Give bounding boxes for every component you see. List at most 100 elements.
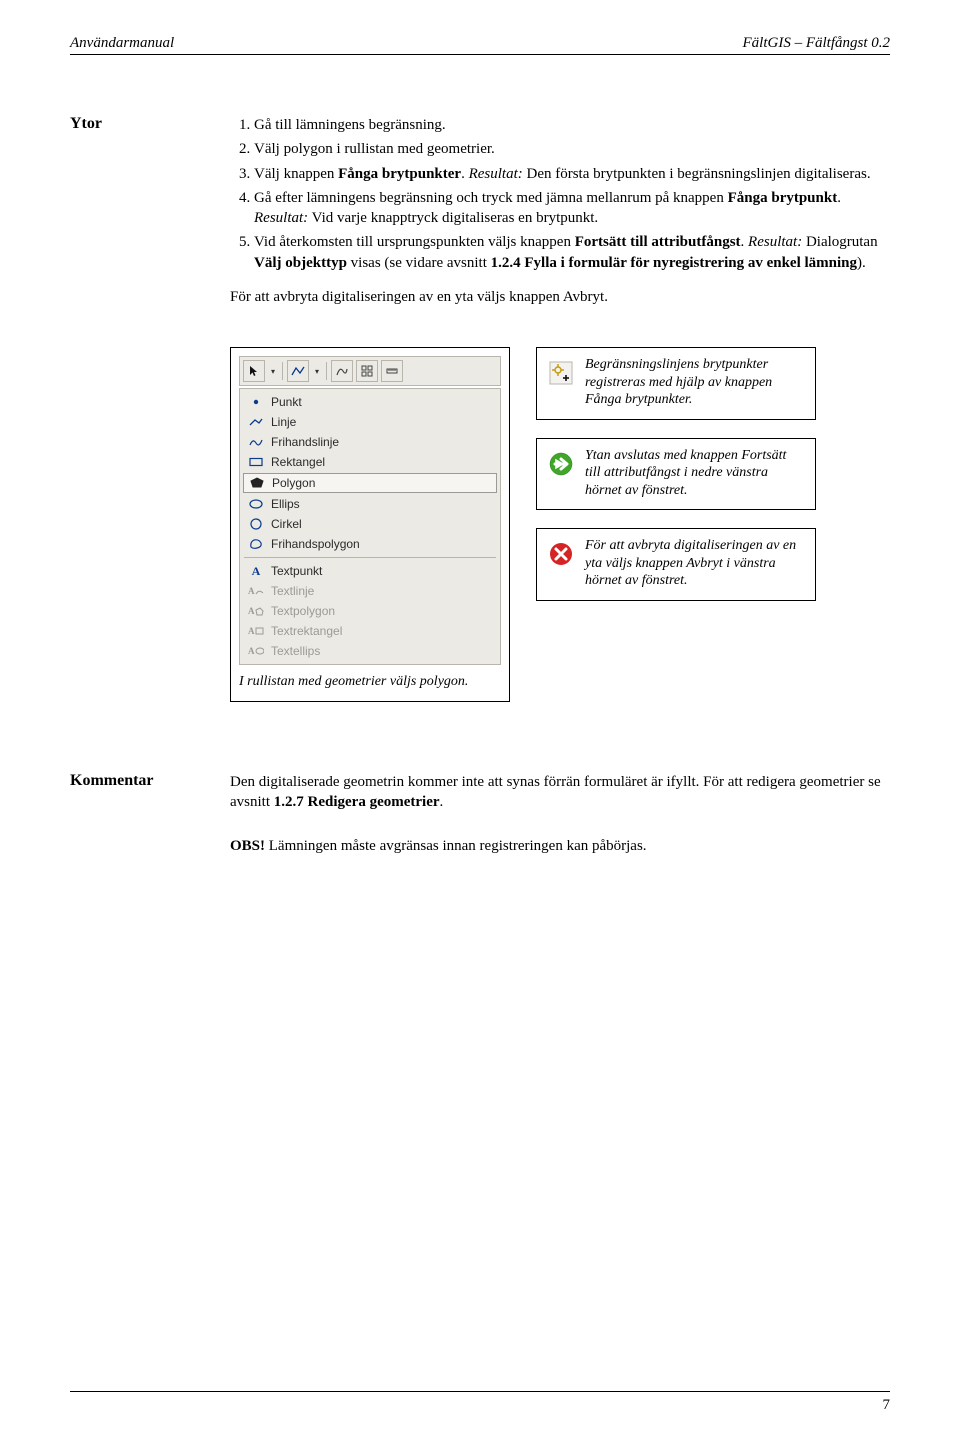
step-3-e: Den första brytpunkten i begränsningslin…: [523, 166, 871, 182]
line-icon: [248, 415, 264, 429]
geom-item-linje[interactable]: Linje: [240, 412, 500, 432]
step-3-b: Fånga brytpunkter: [338, 166, 461, 182]
textrect-icon: A: [248, 624, 264, 638]
capture-breakpoint-icon: [547, 359, 575, 387]
step-4-e: Vid varje knapptryck digitaliseras en br…: [308, 210, 598, 226]
comment-label-col: Kommentar: [70, 772, 210, 881]
svg-text:A: A: [248, 626, 255, 636]
comment-p2: OBS! Lämningen måste avgränsas innan reg…: [230, 836, 890, 856]
geom-label: Textpolygon: [271, 604, 335, 618]
step-5-e: Dialogrutan: [802, 234, 877, 250]
section-ytor: Ytor Gå till lämningens begränsning. Väl…: [70, 115, 890, 702]
textpoint-icon: A: [248, 564, 264, 578]
tool-button-4[interactable]: [356, 360, 378, 382]
geom-item-frihandspolygon[interactable]: Frihandspolygon: [240, 534, 500, 554]
info-text-cancel: För att avbryta digitaliseringen av en y…: [585, 537, 805, 590]
step-5-h: 1.2.4 Fylla i formulär för nyregistrerin…: [491, 255, 857, 271]
step-3-c: .: [461, 166, 469, 182]
rectangle-icon: [248, 455, 264, 469]
geometry-toolbar: ▾ ▾: [239, 356, 501, 386]
point-icon: [248, 395, 264, 409]
geom-item-polygon[interactable]: Polygon: [243, 473, 497, 493]
geom-label: Rektangel: [271, 455, 325, 469]
step-5-g: visas (se vidare avsnitt: [347, 255, 491, 271]
info-text-continue: Ytan avslutas med knappen Fortsätt till …: [585, 447, 805, 500]
geom-label: Punkt: [271, 395, 302, 409]
step-5-i: ).: [857, 255, 866, 271]
draw-dropdown-button[interactable]: ▾: [312, 361, 322, 381]
geom-item-textpolygon: A Textpolygon: [240, 601, 500, 621]
section-label: Ytor: [70, 115, 210, 133]
polygon-icon: [249, 476, 265, 490]
pointer-icon: [249, 365, 259, 377]
section-body: Gå till lämningens begränsning. Välj pol…: [230, 115, 890, 702]
comment-p1-b: 1.2.7 Redigera geometrier: [274, 794, 440, 810]
geom-item-frihandslinje[interactable]: Frihandslinje: [240, 432, 500, 452]
comment-p1-c: .: [440, 794, 444, 810]
draw-tool-button[interactable]: [287, 360, 309, 382]
comment-label: Kommentar: [70, 772, 210, 790]
page: Användarmanual FältGIS – Fältfångst 0.2 …: [0, 0, 960, 1434]
geom-item-textellips: A Textellips: [240, 641, 500, 661]
geom-label: Textellips: [271, 644, 320, 658]
step-5-d: Resultat:: [748, 234, 802, 250]
grid-icon: [361, 365, 373, 377]
info-box-cancel: För att avbryta digitaliseringen av en y…: [536, 528, 816, 601]
geom-label: Cirkel: [271, 517, 302, 531]
step-1-text: Gå till lämningens begränsning.: [254, 117, 446, 133]
footer-separator: [70, 1391, 890, 1392]
geom-item-punkt[interactable]: Punkt: [240, 392, 500, 412]
geom-item-ellips[interactable]: Ellips: [240, 494, 500, 514]
textline-icon: A: [248, 584, 264, 598]
step-1: Gå till lämningens begränsning.: [254, 115, 890, 135]
curve-icon: [336, 365, 348, 377]
geom-item-textlinje: A Textlinje: [240, 581, 500, 601]
section-label-col: Ytor: [70, 115, 210, 702]
page-header: Användarmanual FältGIS – Fältfångst 0.2: [70, 35, 890, 55]
tool-button-5[interactable]: [381, 360, 403, 382]
step-4-c: .: [837, 190, 841, 206]
info-text-capture: Begränsningslinjens brytpunkter registre…: [585, 356, 805, 409]
pointer-tool-button[interactable]: [243, 360, 265, 382]
pointer-dropdown-button[interactable]: ▾: [268, 361, 278, 381]
geom-label: Linje: [271, 415, 296, 429]
geom-label: Textrektangel: [271, 624, 342, 638]
tool-button-3[interactable]: [331, 360, 353, 382]
comment-p2-a: OBS!: [230, 838, 265, 854]
step-5-b: Fortsätt till attributfångst: [575, 234, 741, 250]
comment-p2-b: Lämningen måste avgränsas innan registre…: [265, 838, 647, 854]
page-number: 7: [883, 1397, 891, 1414]
cancel-icon: [547, 540, 575, 568]
geom-label: Ellips: [271, 497, 300, 511]
textpolygon-icon: A: [248, 604, 264, 618]
circle-icon: [248, 517, 264, 531]
step-5-f: Välj objekttyp: [254, 255, 347, 271]
freehand-line-icon: [248, 435, 264, 449]
geom-label: Polygon: [272, 476, 315, 490]
svg-text:A: A: [248, 646, 255, 656]
geom-label: Textlinje: [271, 584, 314, 598]
info-box-continue: Ytan avslutas med knappen Fortsätt till …: [536, 438, 816, 511]
ruler-icon: [386, 365, 398, 377]
step-5: Vid återkomsten till ursprungspunkten vä…: [254, 232, 890, 273]
geom-item-cirkel[interactable]: Cirkel: [240, 514, 500, 534]
polyline-icon: [291, 366, 305, 376]
geometry-list: Punkt Linje Frihandslinje Rektangel: [239, 388, 501, 665]
figures-row: ▾ ▾: [230, 347, 890, 702]
geom-label: Frihandslinje: [271, 435, 339, 449]
freehand-polygon-icon: [248, 537, 264, 551]
info-boxes-column: Begränsningslinjens brytpunkter registre…: [536, 347, 816, 601]
comment-section: Kommentar Den digitaliserade geometrin k…: [70, 772, 890, 881]
header-right: FältGIS – Fältfångst 0.2: [743, 35, 891, 52]
svg-text:A: A: [248, 606, 255, 616]
step-5-c: .: [741, 234, 749, 250]
geom-item-textpunkt[interactable]: A Textpunkt: [240, 561, 500, 581]
after-list-text: För att avbryta digitaliseringen av en y…: [230, 287, 890, 307]
geom-label: Frihandspolygon: [271, 537, 360, 551]
step-4-a: Gå efter lämningens begränsning och tryc…: [254, 190, 728, 206]
figure-caption: I rullistan med geometrier väljs polygon…: [239, 673, 501, 691]
geom-item-textrektangel: A Textrektangel: [240, 621, 500, 641]
geom-item-rektangel[interactable]: Rektangel: [240, 452, 500, 472]
step-4-b: Fånga brytpunkt: [728, 190, 838, 206]
step-3-d: Resultat:: [469, 166, 523, 182]
